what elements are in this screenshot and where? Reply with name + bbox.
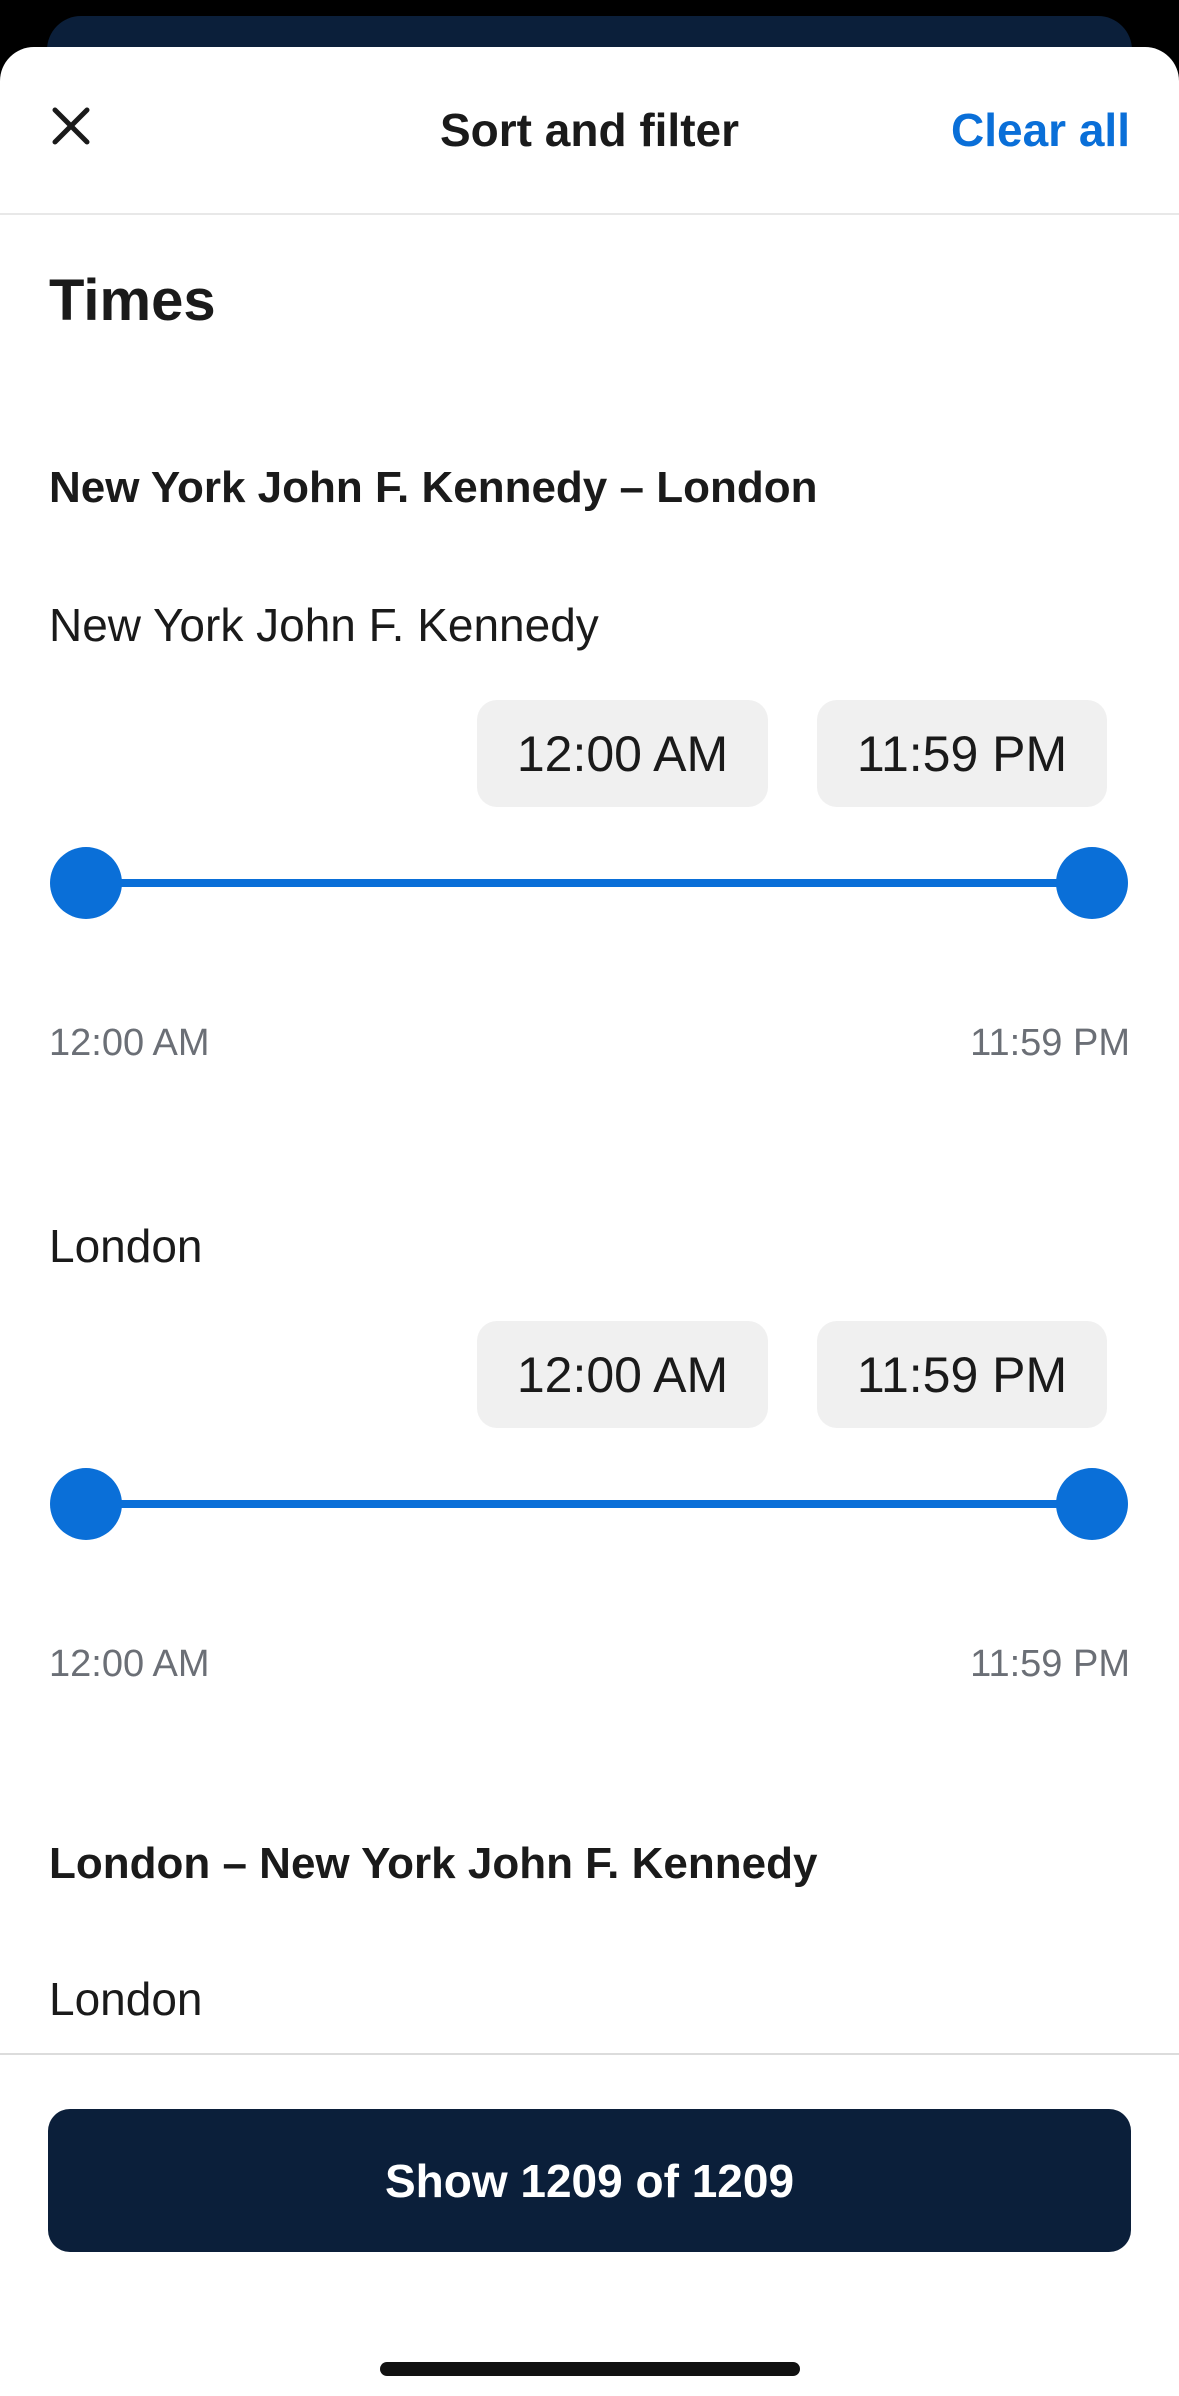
- time-slider-track-london[interactable]: [86, 1500, 1092, 1508]
- arrival-end-time-chip[interactable]: 11:59 PM: [817, 1321, 1107, 1428]
- route-title-return: London – New York John F. Kennedy: [49, 1839, 818, 1888]
- slider-max-label-london: 11:59 PM: [970, 1643, 1130, 1685]
- times-section-title: Times: [49, 268, 216, 333]
- filter-content[interactable]: Times New York John F. Kennedy – London …: [0, 215, 1179, 2052]
- time-slider-track-jfk[interactable]: [86, 879, 1092, 887]
- sheet-footer: Show 1209 of 1209: [0, 2053, 1179, 2396]
- time-slider-end-handle-jfk[interactable]: [1056, 847, 1128, 919]
- airport-label-london: London: [49, 1220, 203, 1272]
- time-slider-end-handle-london[interactable]: [1056, 1468, 1128, 1540]
- departure-end-time-chip[interactable]: 11:59 PM: [817, 700, 1107, 807]
- route-title-outbound: New York John F. Kennedy – London: [49, 463, 818, 512]
- arrival-start-time-chip[interactable]: 12:00 AM: [477, 1321, 768, 1428]
- sort-filter-sheet: Sort and filter Clear all Times New York…: [0, 47, 1179, 2396]
- slider-min-label-jfk: 12:00 AM: [49, 1022, 210, 1064]
- departure-start-time-chip[interactable]: 12:00 AM: [477, 700, 768, 807]
- time-slider-start-handle-london[interactable]: [50, 1468, 122, 1540]
- slider-max-label-jfk: 11:59 PM: [970, 1022, 1130, 1064]
- clear-all-button[interactable]: Clear all: [951, 103, 1130, 157]
- home-indicator: [380, 2362, 800, 2376]
- time-slider-start-handle-jfk[interactable]: [50, 847, 122, 919]
- airport-label-jfk: New York John F. Kennedy: [49, 599, 599, 651]
- sheet-header: Sort and filter Clear all: [0, 47, 1179, 215]
- show-results-button[interactable]: Show 1209 of 1209: [48, 2109, 1131, 2252]
- airport-label-london-return: London: [49, 1973, 203, 2025]
- slider-min-label-london: 12:00 AM: [49, 1643, 210, 1685]
